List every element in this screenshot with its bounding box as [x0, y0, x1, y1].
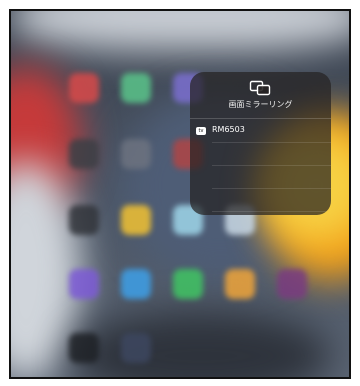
- app-icon: [225, 269, 255, 299]
- app-icon: [121, 73, 151, 103]
- screen-mirroring-panel: 画面ミラーリング tv RM6503: [190, 72, 331, 215]
- app-icon: [173, 269, 203, 299]
- app-icon: [69, 205, 99, 235]
- app-icon: [121, 333, 151, 363]
- dock-blur: [71, 311, 331, 377]
- apple-tv-icon: tv: [196, 127, 206, 135]
- app-icon: [121, 139, 151, 169]
- panel-title: 画面ミラーリング: [228, 100, 293, 109]
- wallpaper-blur: [11, 11, 349, 51]
- app-icon: [69, 269, 99, 299]
- app-icon: [277, 269, 307, 299]
- app-icon: [121, 269, 151, 299]
- screen-mirroring-icon: [249, 80, 271, 96]
- list-separator: [212, 165, 331, 166]
- divider: [190, 118, 331, 119]
- list-separator: [212, 142, 331, 143]
- list-separator: [212, 211, 331, 212]
- device-row-rm6503[interactable]: tv RM6503: [190, 124, 331, 140]
- app-icon: [69, 73, 99, 103]
- app-icon: [69, 333, 99, 363]
- list-separator: [212, 188, 331, 189]
- app-icon: [121, 205, 151, 235]
- app-icon: [69, 139, 99, 169]
- device-name: RM6503: [212, 125, 245, 134]
